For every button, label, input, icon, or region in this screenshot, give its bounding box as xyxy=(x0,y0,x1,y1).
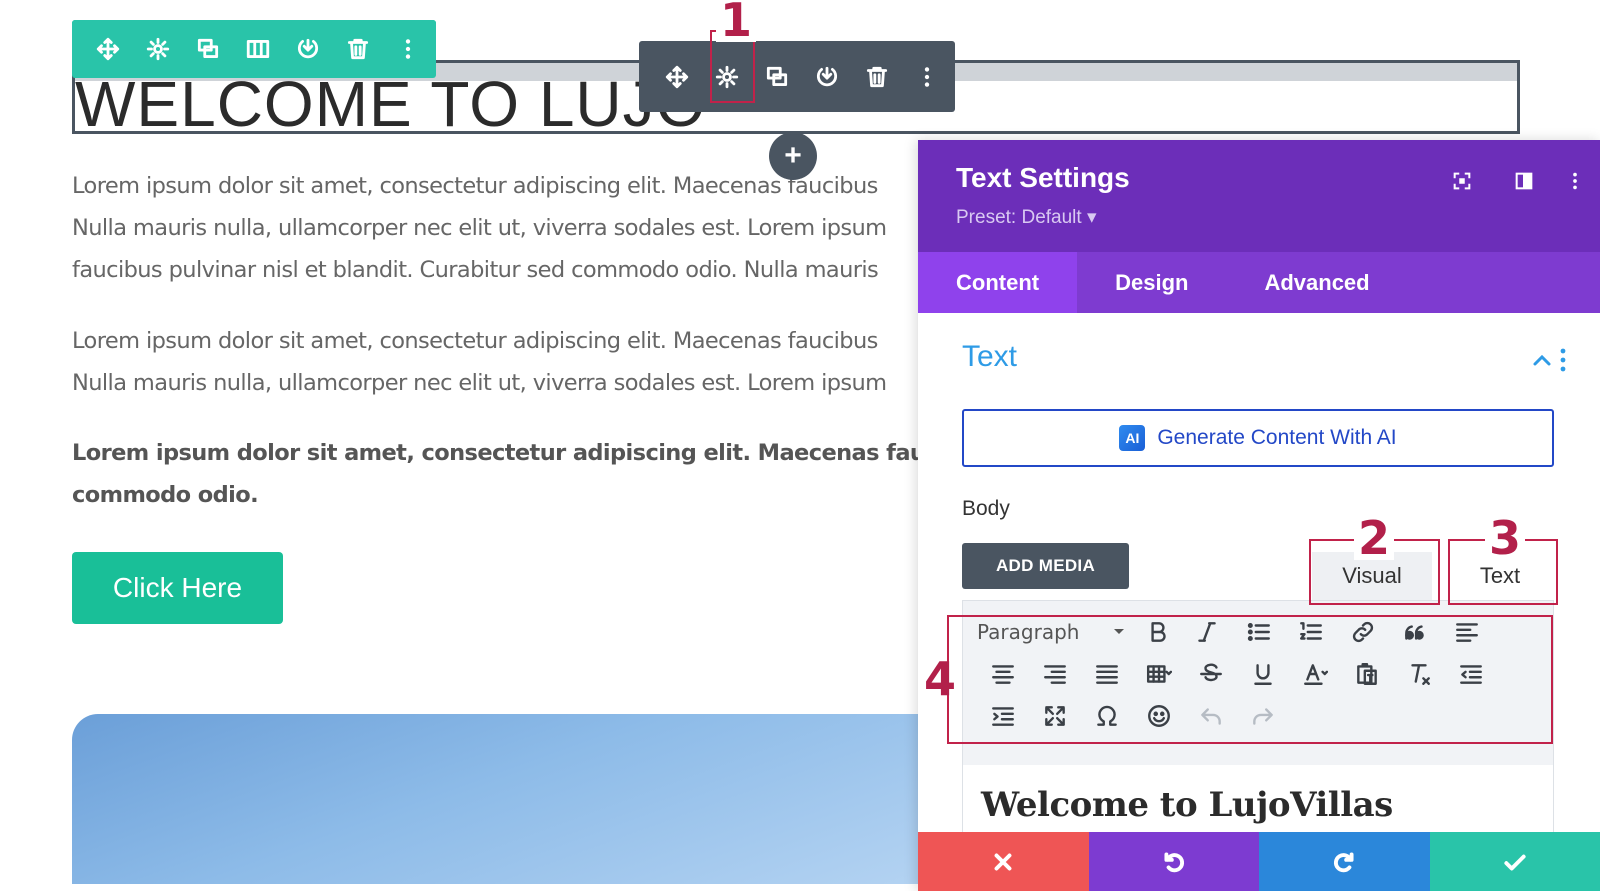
generate-ai-button[interactable]: AI Generate Content With AI xyxy=(962,409,1554,467)
move-icon[interactable] xyxy=(90,31,126,67)
annotation-number-2: 2 xyxy=(1354,515,1395,561)
tab-content[interactable]: Content xyxy=(918,252,1078,313)
ai-icon: AI xyxy=(1119,425,1146,451)
panel-tabs: Content Design Advanced xyxy=(918,252,1600,313)
annotation-box-4 xyxy=(947,615,1553,744)
panel-footer xyxy=(918,832,1600,891)
columns-icon[interactable] xyxy=(240,31,276,67)
body-paragraph-2: Lorem ipsum dolor sit amet, consectetur … xyxy=(72,320,887,404)
body-label: Body xyxy=(962,497,1010,520)
save-button[interactable] xyxy=(1429,832,1600,891)
body-paragraph-3: Lorem ipsum dolor sit amet, consectetur … xyxy=(72,432,953,516)
redo-icon xyxy=(1334,851,1354,872)
body-paragraph-1: Lorem ipsum dolor sit amet, consectetur … xyxy=(72,165,887,291)
more-icon[interactable] xyxy=(390,31,426,67)
chevron-up-icon[interactable] xyxy=(1530,350,1554,370)
paragraph-line: faucibus pulvinar nisl et blandit. Curab… xyxy=(72,257,879,283)
discard-button[interactable] xyxy=(918,832,1089,891)
section-toolbar-overlay xyxy=(72,20,436,78)
trash-icon[interactable] xyxy=(859,59,895,95)
save-icon[interactable] xyxy=(809,59,845,95)
hero-image xyxy=(72,714,932,884)
page-heading: WELCOME TO LUJO xyxy=(75,68,707,134)
section-title[interactable]: Text xyxy=(962,340,1017,374)
trash-icon[interactable] xyxy=(340,31,376,67)
add-module-button[interactable]: + xyxy=(769,132,817,180)
more-icon[interactable] xyxy=(1560,166,1590,196)
close-icon xyxy=(994,853,1012,870)
editor-heading: Welcome to LujoVillas xyxy=(981,785,1393,825)
paragraph-line: Lorem ipsum dolor sit amet, consectetur … xyxy=(72,173,878,199)
annotation-number-3: 3 xyxy=(1485,515,1526,561)
duplicate-icon[interactable] xyxy=(190,31,226,67)
generate-ai-label: Generate Content With AI xyxy=(1157,426,1397,449)
check-icon xyxy=(1504,854,1526,870)
split-view-icon[interactable] xyxy=(1509,166,1539,196)
save-icon[interactable] xyxy=(290,31,326,67)
paragraph-line: commodo odio. xyxy=(72,482,259,508)
duplicate-icon[interactable] xyxy=(759,59,795,95)
tab-design[interactable]: Design xyxy=(1077,252,1226,313)
gear-icon[interactable] xyxy=(140,31,176,67)
paragraph-line: Nulla mauris nulla, ullamcorper nec elit… xyxy=(72,215,887,241)
annotation-number-4: 4 xyxy=(924,652,957,706)
undo-button[interactable] xyxy=(1088,832,1259,891)
paragraph-line: Nulla mauris nulla, ullamcorper nec elit… xyxy=(72,370,887,396)
panel-header: Text Settings Preset: Default ▾ xyxy=(918,140,1600,252)
fullscreen-icon[interactable] xyxy=(1447,166,1477,196)
more-icon[interactable] xyxy=(1558,347,1568,373)
tab-advanced[interactable]: Advanced xyxy=(1226,252,1407,313)
module-toolbar xyxy=(639,41,955,112)
panel-title: Text Settings xyxy=(956,162,1130,193)
click-here-button[interactable]: Click Here xyxy=(72,552,283,624)
more-icon[interactable] xyxy=(909,59,945,95)
annotation-number-1: 1 xyxy=(716,0,757,43)
paragraph-line: Lorem ipsum dolor sit amet, consectetur … xyxy=(72,328,878,354)
move-icon[interactable] xyxy=(659,59,695,95)
paragraph-line: Lorem ipsum dolor sit amet, consectetur … xyxy=(72,440,953,466)
undo-icon xyxy=(1164,851,1184,872)
redo-button[interactable] xyxy=(1259,832,1430,891)
preset-dropdown[interactable]: Preset: Default ▾ xyxy=(956,206,1097,229)
add-media-button[interactable]: ADD MEDIA xyxy=(962,543,1129,589)
